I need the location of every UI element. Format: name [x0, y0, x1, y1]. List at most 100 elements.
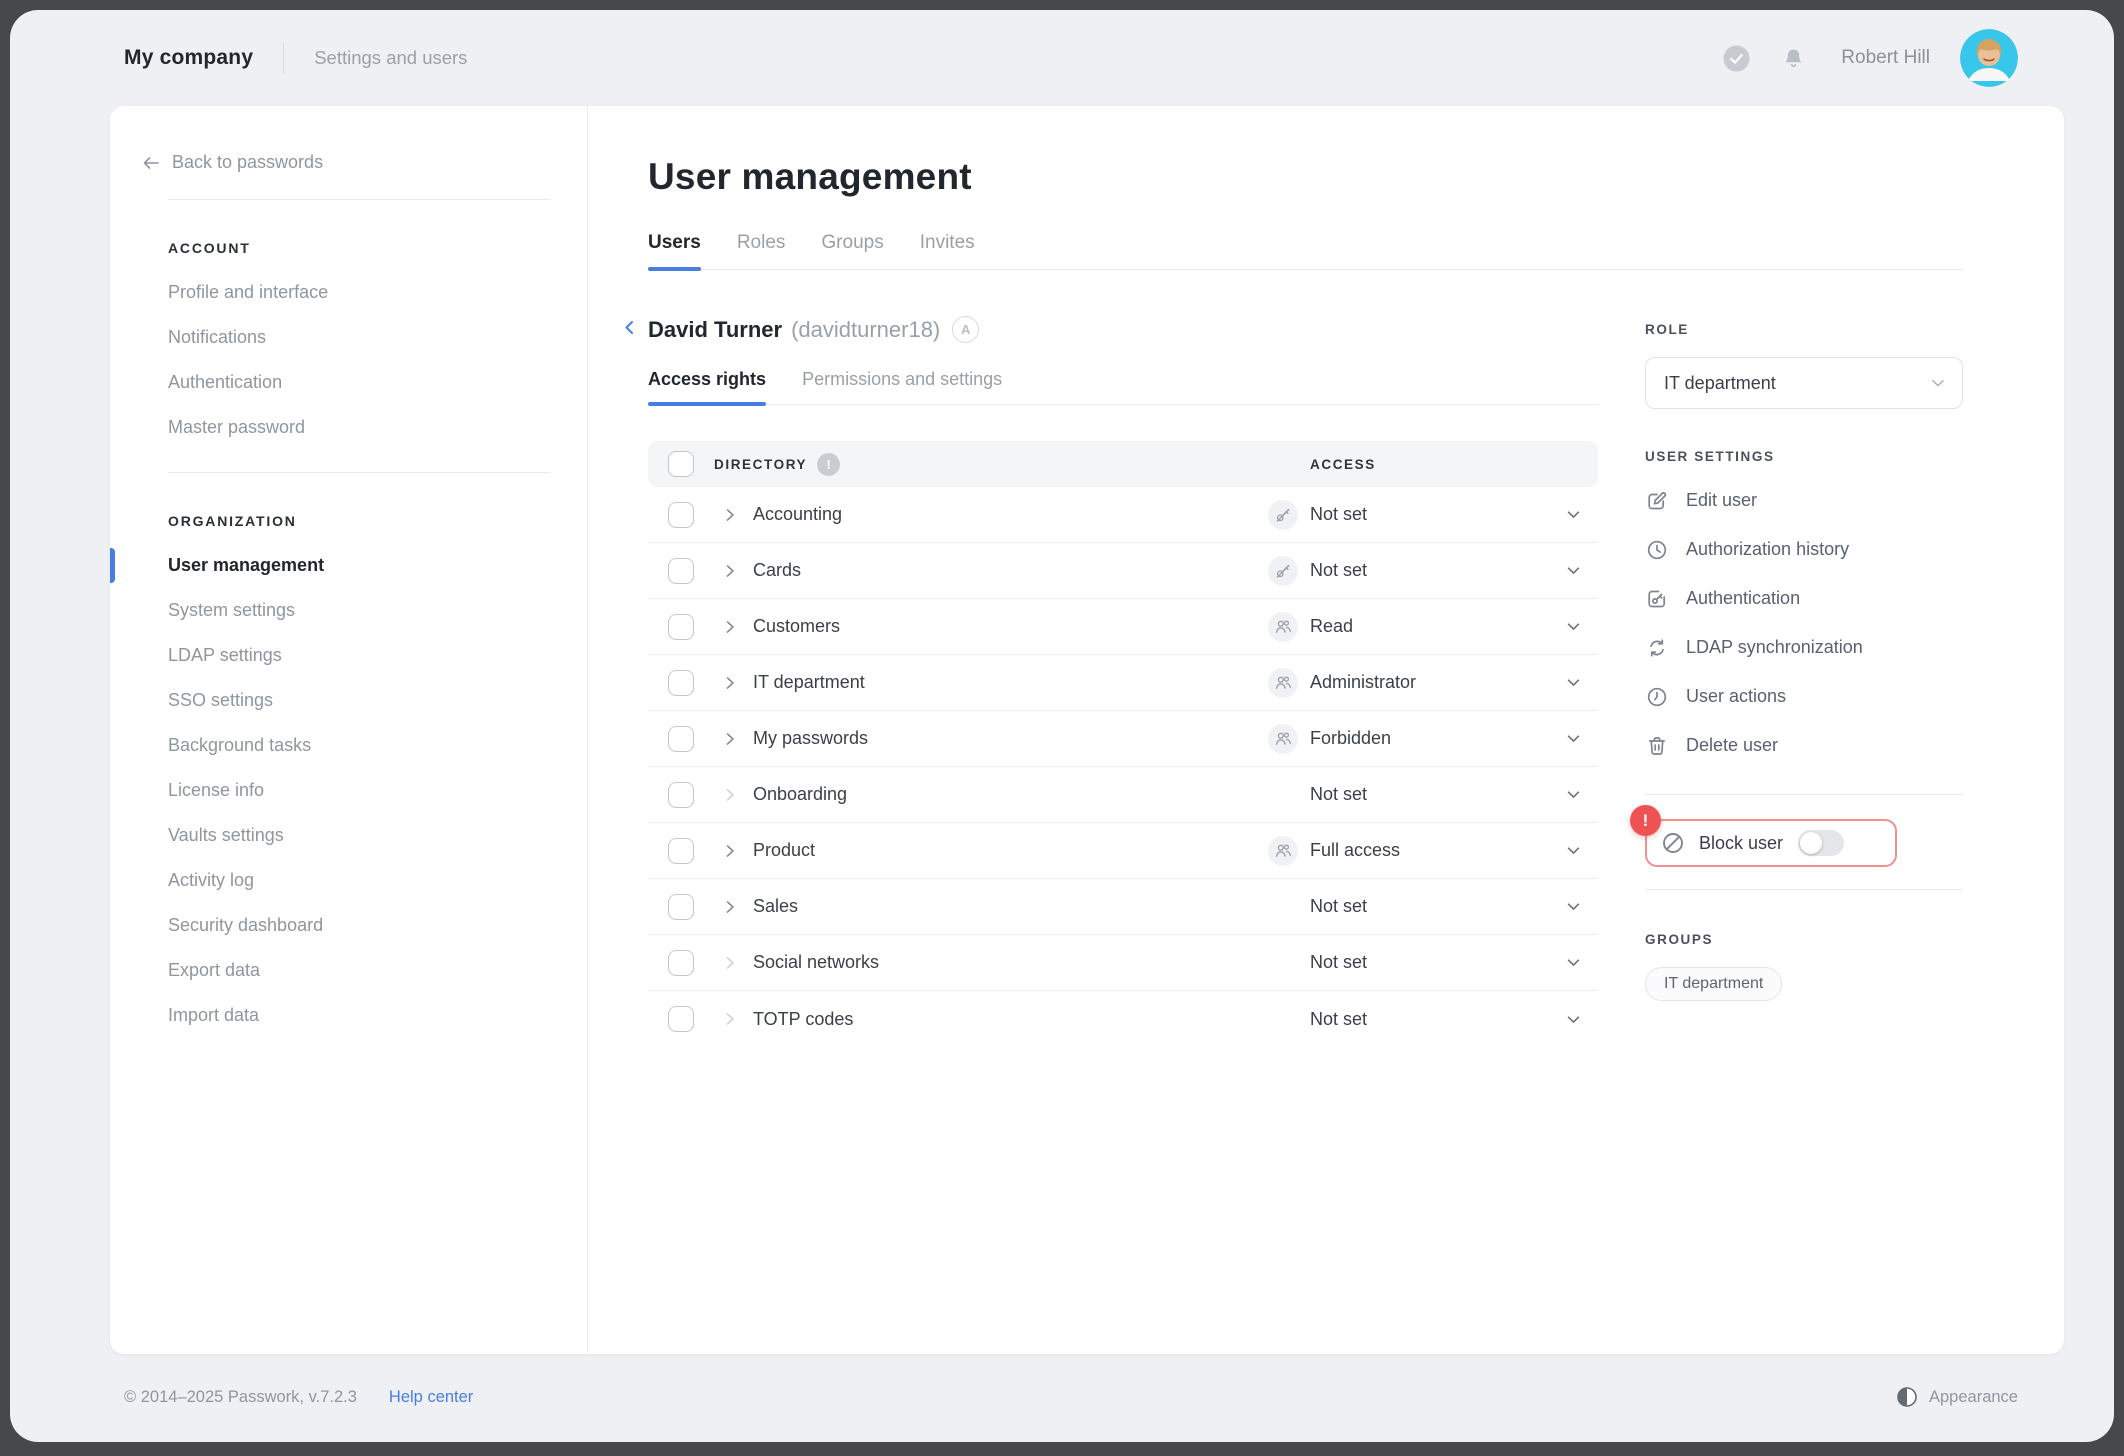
directory-name: Customers [753, 616, 841, 636]
sidebar-heading-organization: Organization [168, 513, 297, 529]
chevron-down-icon[interactable] [1565, 898, 1582, 915]
table-row[interactable]: Social networks Not set [648, 935, 1598, 991]
avatar[interactable] [1960, 29, 2018, 87]
sidebar-item[interactable]: Background tasks [168, 723, 557, 768]
table-row[interactable]: Product Full access [648, 823, 1598, 879]
appearance-toggle[interactable]: Appearance [1896, 1386, 2018, 1408]
tab-groups[interactable]: Groups [821, 232, 883, 269]
row-checkbox[interactable] [668, 501, 694, 528]
row-checkbox[interactable] [668, 725, 694, 752]
sidebar-item[interactable]: Import data [168, 993, 557, 1038]
chevron-right-icon[interactable] [721, 618, 739, 636]
table-row[interactable]: Sales Not set [648, 879, 1598, 935]
table-row[interactable]: IT department Administrator [648, 655, 1598, 711]
sidebar-item[interactable]: Profile and interface [168, 270, 557, 315]
chevron-down-icon[interactable] [1565, 1011, 1582, 1028]
edit-user-action[interactable]: Edit user [1645, 476, 1963, 525]
row-checkbox[interactable] [668, 781, 694, 808]
table-row[interactable]: Onboarding Not set [648, 767, 1598, 823]
sidebar-item[interactable]: Export data [168, 948, 557, 993]
row-checkbox[interactable] [668, 557, 694, 584]
chevron-right-icon[interactable] [721, 786, 739, 804]
sidebar-item[interactable]: System settings [168, 588, 557, 633]
access-value: Not set [1310, 952, 1368, 972]
chevron-down-icon[interactable] [1565, 674, 1582, 691]
chevron-down-icon[interactable] [1565, 954, 1582, 971]
chevron-right-icon[interactable] [721, 1010, 739, 1028]
row-checkbox[interactable] [668, 669, 694, 696]
access-value: Administrator [1310, 672, 1417, 692]
sidebar-item[interactable]: License info [168, 768, 557, 813]
back-to-passwords-link[interactable]: Back to passwords [142, 152, 557, 173]
status-check-icon[interactable] [1723, 45, 1750, 72]
ldap-sync-action[interactable]: LDAP synchronization [1645, 623, 1963, 672]
chevron-down-icon[interactable] [1565, 842, 1582, 859]
select-all-checkbox[interactable] [668, 451, 694, 477]
groups-heading: Groups [1645, 932, 1714, 947]
sidebar-item[interactable]: SSO settings [168, 678, 557, 723]
chevron-down-icon [1930, 375, 1946, 391]
directory-name: Accounting [753, 504, 843, 524]
chevron-down-icon[interactable] [1565, 618, 1582, 635]
bell-icon[interactable] [1780, 45, 1807, 72]
sidebar-item[interactable]: User management [110, 543, 557, 588]
key-slash-icon [1276, 564, 1290, 578]
tab-roles[interactable]: Roles [737, 232, 786, 269]
chevron-right-icon[interactable] [721, 842, 739, 860]
tab-users[interactable]: Users [648, 232, 701, 271]
table-row[interactable]: My passwords Forbidden [648, 711, 1598, 767]
sidebar-item[interactable]: Authentication [168, 360, 557, 405]
chevron-right-icon[interactable] [721, 730, 739, 748]
chevron-right-icon[interactable] [721, 562, 739, 580]
chevron-down-icon[interactable] [1565, 562, 1582, 579]
row-checkbox[interactable] [668, 613, 694, 640]
action-label: LDAP synchronization [1686, 637, 1863, 657]
action-label: Authentication [1686, 588, 1801, 608]
sidebar-item[interactable]: Activity log [168, 858, 557, 903]
topbar-divider [283, 43, 285, 73]
row-checkbox[interactable] [668, 893, 694, 920]
row-checkbox[interactable] [668, 1006, 694, 1032]
access-cell: Not set [1268, 948, 1598, 978]
subtab-access-rights[interactable]: Access rights [648, 369, 767, 406]
table-row[interactable]: Customers Read [648, 599, 1598, 655]
sidebar-item[interactable]: Vaults settings [168, 813, 557, 858]
table-row[interactable]: Accounting Not set [648, 487, 1598, 543]
chevron-right-icon[interactable] [721, 954, 739, 972]
chevron-right-icon[interactable] [721, 674, 739, 692]
table-row[interactable]: Cards Not set [648, 543, 1598, 599]
user-actions-action[interactable]: User actions [1645, 672, 1963, 721]
subtab-permissions[interactable]: Permissions and settings [802, 369, 1002, 404]
chevron-down-icon[interactable] [1565, 506, 1582, 523]
tab-invites[interactable]: Invites [920, 232, 975, 269]
delete-user-action[interactable]: Delete user [1645, 721, 1963, 770]
access-type-badge [1268, 723, 1298, 754]
sidebar-item[interactable]: Master password [168, 405, 557, 450]
group-chip[interactable]: IT department [1645, 967, 1783, 1001]
chevron-down-icon[interactable] [1565, 730, 1582, 747]
access-type-badge [1268, 499, 1298, 530]
user-detail-column: David Turner (davidturner18) A Access ri… [625, 316, 1598, 1047]
row-checkbox[interactable] [668, 837, 694, 864]
edit-icon [1648, 491, 1667, 509]
chevron-left-icon[interactable] [621, 319, 638, 336]
table-row[interactable]: TOTP codes Not set [648, 991, 1598, 1047]
info-icon[interactable]: ! [817, 452, 841, 476]
clock-icon [1647, 540, 1667, 559]
directory-name: Onboarding [753, 784, 848, 804]
authentication-action[interactable]: Authentication [1645, 574, 1963, 623]
help-center-link[interactable]: Help center [389, 1388, 473, 1407]
row-checkbox[interactable] [668, 949, 694, 976]
sidebar-item[interactable]: Notifications [168, 315, 557, 360]
admin-badge: A [952, 316, 980, 343]
directory-name: Social networks [753, 952, 880, 972]
page-title: User management [648, 156, 972, 197]
role-select[interactable]: IT department [1645, 357, 1963, 409]
block-user-toggle[interactable] [1798, 830, 1845, 856]
sidebar-item[interactable]: LDAP settings [168, 633, 557, 678]
chevron-right-icon[interactable] [721, 898, 739, 916]
chevron-right-icon[interactable] [721, 506, 739, 524]
sidebar-item[interactable]: Security dashboard [168, 903, 557, 948]
authorization-history-action[interactable]: Authorization history [1645, 525, 1963, 574]
chevron-down-icon[interactable] [1565, 786, 1582, 803]
